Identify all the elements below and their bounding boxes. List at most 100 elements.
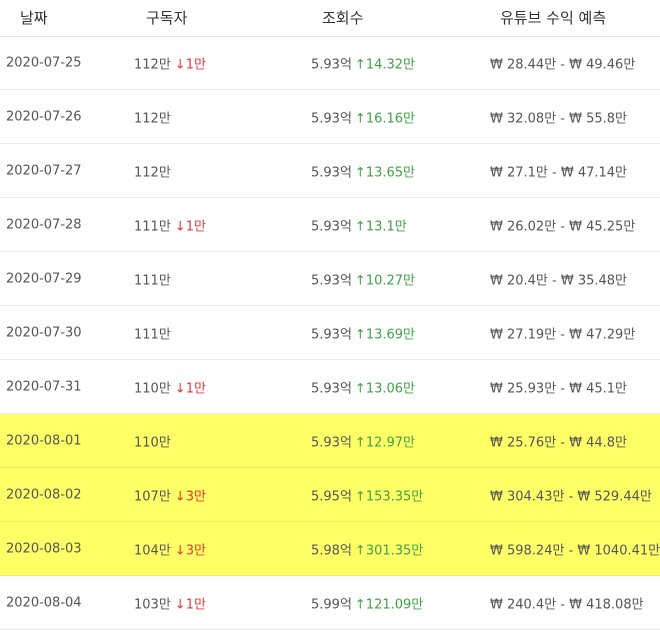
row-revenue: ₩ 25.93만 - ₩ 45.1만	[490, 381, 628, 396]
view-change: ↑12.97만	[355, 435, 415, 450]
view-change-value: 12.97만	[365, 435, 415, 450]
subscriber-change-value: 1만	[185, 57, 206, 72]
row-revenue: ₩ 32.08만 - ₩ 55.8만	[490, 111, 628, 126]
table-row: 2020-07-29 111만 5.93억 ↑10.27만 ₩ 20.4만 - ₩ 35…	[0, 252, 660, 306]
subscriber-change-value: 3만	[185, 489, 206, 504]
table-row: 2020-08-02 107만 ↓3만 5.95억 ↑153.35만 ₩ 304.43만 …	[0, 468, 660, 522]
view-count: 5.93억	[311, 111, 352, 126]
row-date: 2020-07-31	[6, 379, 82, 394]
row-subscribers: 112만	[134, 107, 171, 126]
table-row: 2020-07-28 111만 ↓1만 5.93억 ↑13.1만 ₩ 26.02만 - ₩…	[0, 198, 660, 252]
row-date: 2020-08-02	[6, 487, 82, 502]
row-date: 2020-07-26	[6, 109, 82, 124]
subscriber-change: ↓3만	[175, 543, 206, 558]
row-subscribers: 104만 ↓3만	[134, 539, 206, 558]
row-date: 2020-07-25	[6, 55, 82, 70]
header-revenue[interactable]: 유튜브 수익 예측	[500, 7, 606, 28]
view-count: 5.98억	[311, 543, 352, 558]
view-count: 5.95억	[311, 489, 352, 504]
arrow-up-icon: ↑	[354, 381, 366, 396]
header-views[interactable]: 조회수	[322, 7, 363, 28]
view-count: 5.93억	[311, 381, 352, 396]
table-row: 2020-08-01 110만 5.93억 ↑12.97만 ₩ 25.76만 - ₩ 4…	[0, 414, 660, 468]
view-change: ↑13.06만	[355, 381, 415, 396]
view-change-value: 16.16만	[365, 111, 415, 126]
arrow-up-icon: ↑	[354, 489, 366, 504]
subscriber-count: 111만	[134, 273, 171, 288]
row-date: 2020-08-01	[6, 433, 82, 448]
row-date: 2020-07-27	[6, 163, 82, 178]
arrow-down-icon: ↓	[174, 543, 186, 558]
header-date[interactable]: 날짜	[20, 7, 48, 28]
view-change-value: 13.69만	[365, 327, 415, 342]
view-change: ↑13.69만	[355, 327, 415, 342]
view-change-value: 153.35만	[365, 489, 424, 504]
row-revenue: ₩ 25.76만 - ₩ 44.8만	[490, 435, 628, 450]
row-subscribers: 111만	[134, 323, 171, 342]
subscriber-count: 104만	[134, 543, 171, 558]
arrow-up-icon: ↑	[354, 219, 366, 234]
table-header: 날짜 구독자 조회수 유튜브 수익 예측	[0, 0, 660, 37]
view-count: 5.93억	[311, 273, 352, 288]
subscriber-change-value: 1만	[185, 597, 206, 612]
row-date: 2020-08-04	[6, 595, 82, 610]
view-change-value: 121.09만	[365, 597, 424, 612]
table-row: 2020-07-31 110만 ↓1만 5.93억 ↑13.06만 ₩ 25.93만 - …	[0, 360, 660, 414]
row-date: 2020-07-29	[6, 271, 82, 286]
row-subscribers: 107만 ↓3만	[134, 485, 206, 504]
subscriber-count: 112만	[134, 57, 171, 72]
row-subscribers: 112만 ↓1만	[134, 53, 206, 72]
row-subscribers: 110만	[134, 431, 171, 450]
arrow-up-icon: ↑	[354, 165, 366, 180]
view-change: ↑301.35만	[355, 543, 423, 558]
table-row: 2020-07-25 112만 ↓1만 5.93억 ↑14.32만 ₩ 28.44만 - …	[0, 36, 660, 90]
view-count: 5.93억	[311, 219, 352, 234]
row-revenue: ₩ 26.02만 - ₩ 45.25만	[490, 219, 636, 234]
subscriber-count: 110만	[134, 435, 171, 450]
view-change-value: 13.1만	[365, 219, 407, 234]
table-row: 2020-07-30 111만 5.93억 ↑13.69만 ₩ 27.19만 - ₩ 4…	[0, 306, 660, 360]
row-date: 2020-07-28	[6, 217, 82, 232]
view-count: 5.99억	[311, 597, 352, 612]
stats-table: 날짜 구독자 조회수 유튜브 수익 예측 2020-07-25 112만 ↓1만 5.…	[0, 0, 660, 630]
row-views: 5.93억 ↑16.16만	[311, 107, 415, 126]
view-change-value: 14.32만	[365, 57, 415, 72]
view-change: ↑121.09만	[355, 597, 423, 612]
subscriber-change: ↓1만	[175, 597, 206, 612]
row-subscribers: 112만	[134, 161, 171, 180]
row-views: 5.93억 ↑14.32만	[311, 53, 415, 72]
view-count: 5.93억	[311, 435, 352, 450]
subscriber-change: ↓3만	[175, 489, 206, 504]
view-count: 5.93억	[311, 165, 352, 180]
subscriber-count: 103만	[134, 597, 171, 612]
subscriber-change-value: 1만	[185, 219, 206, 234]
table-row: 2020-07-27 112만 5.93억 ↑13.65만 ₩ 27.1만 - ₩ 47…	[0, 144, 660, 198]
arrow-up-icon: ↑	[354, 597, 366, 612]
row-views: 5.93억 ↑10.27만	[311, 269, 415, 288]
row-subscribers: 111만 ↓1만	[134, 215, 206, 234]
row-date: 2020-07-30	[6, 325, 82, 340]
subscriber-count: 111만	[134, 327, 171, 342]
view-change: ↑14.32만	[355, 57, 415, 72]
view-change-value: 13.06만	[365, 381, 415, 396]
subscriber-count: 110만	[134, 381, 171, 396]
arrow-down-icon: ↓	[174, 219, 186, 234]
arrow-down-icon: ↓	[174, 489, 186, 504]
arrow-up-icon: ↑	[354, 435, 366, 450]
view-change: ↑10.27만	[355, 273, 415, 288]
row-subscribers: 111만	[134, 269, 171, 288]
row-subscribers: 110만 ↓1만	[134, 377, 206, 396]
arrow-up-icon: ↑	[354, 543, 366, 558]
row-revenue: ₩ 28.44만 - ₩ 49.46만	[490, 57, 636, 72]
header-subscribers[interactable]: 구독자	[146, 7, 187, 28]
row-views: 5.93억 ↑13.69만	[311, 323, 415, 342]
view-change-value: 10.27만	[365, 273, 415, 288]
table-row: 2020-07-26 112만 5.93억 ↑16.16만 ₩ 32.08만 - ₩ 5…	[0, 90, 660, 144]
view-change: ↑13.65만	[355, 165, 415, 180]
subscriber-count: 112만	[134, 165, 171, 180]
view-count: 5.93억	[311, 57, 352, 72]
arrow-down-icon: ↓	[174, 57, 186, 72]
row-views: 5.93억 ↑13.65만	[311, 161, 415, 180]
row-subscribers: 103만 ↓1만	[134, 593, 206, 612]
subscriber-count: 107만	[134, 489, 171, 504]
